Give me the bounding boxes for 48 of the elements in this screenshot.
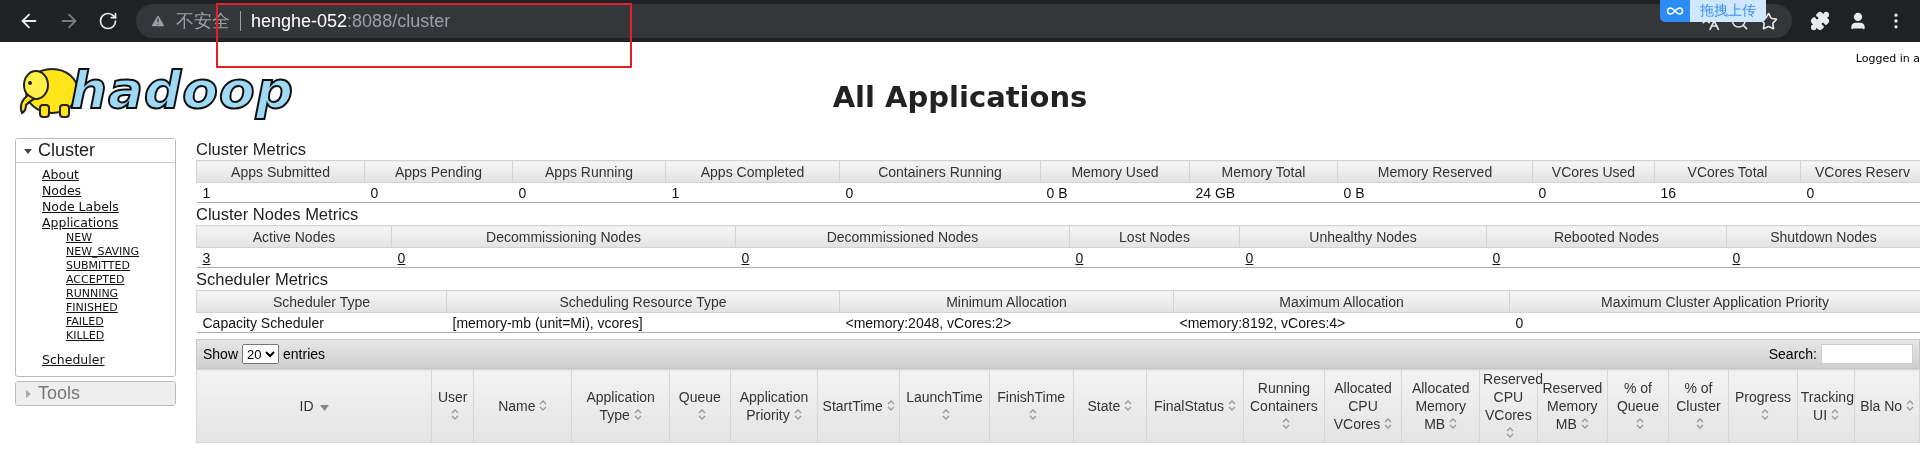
table-cell: 1 <box>196 182 365 203</box>
table-cell: Capacity Scheduler <box>196 312 447 333</box>
column-header: Apps Pending <box>364 160 513 183</box>
table-cell: [memory-mb (unit=Mi), vcores] <box>446 312 840 333</box>
column-header: Memory Used <box>1040 160 1190 183</box>
column-header: Memory Total <box>1189 160 1338 183</box>
table-cell: 0 B <box>1337 182 1533 203</box>
login-status: Logged in a <box>1855 52 1920 65</box>
column-header: Apps Submitted <box>196 160 365 183</box>
table-cell: 0 <box>839 182 1041 203</box>
column-header: Maximum Cluster Application Priority <box>1509 290 1920 313</box>
column-header: Active Nodes <box>196 225 392 248</box>
table-cell: 16 <box>1654 182 1801 203</box>
column-header: VCores Total <box>1654 160 1801 183</box>
section-title: Scheduler Metrics <box>196 269 330 290</box>
column-header: VCores Reserv <box>1800 160 1920 183</box>
table-cell: 0 <box>512 182 666 203</box>
column-header: Lost Nodes <box>1069 225 1240 248</box>
column-header: Decommissioning Nodes <box>391 225 736 248</box>
column-header: Decommissioned Nodes <box>735 225 1070 248</box>
column-header: Apps Running <box>512 160 666 183</box>
table-cell: 0 B <box>1040 182 1190 203</box>
column-header: Containers Running <box>839 160 1041 183</box>
search-label: Search: <box>1768 346 1817 362</box>
column-header: Maximum Allocation <box>1173 290 1510 313</box>
url-text: henghe-052:8088/cluster <box>251 10 451 32</box>
table-cell: <memory:8192, vCores:4> <box>1173 312 1510 333</box>
column-header: Scheduler Type <box>196 290 447 313</box>
show-label: Show <box>203 346 239 362</box>
entries-label: entries <box>283 346 326 362</box>
column-header: Scheduling Resource Type <box>446 290 840 313</box>
column-header: Memory Reserved <box>1337 160 1533 183</box>
column-header: Shutdown Nodes <box>1726 225 1920 248</box>
table-cell: 0 <box>1509 312 1920 333</box>
page-title: All Applications <box>832 79 1088 114</box>
column-header: Apps Completed <box>665 160 840 183</box>
table-cell: 0 <box>1800 182 1920 203</box>
table-cell: 0 <box>364 182 513 203</box>
table-cell: <memory:2048, vCores:2> <box>839 312 1174 333</box>
column-header: VCores Used <box>1532 160 1655 183</box>
table-cell: 0 <box>1532 182 1655 203</box>
column-header: Rebooted Nodes <box>1486 225 1727 248</box>
section-title: Cluster Nodes Metrics <box>196 204 360 225</box>
section-title: Cluster Metrics <box>196 139 307 160</box>
column-header: Minimum Allocation <box>839 290 1174 313</box>
table-cell: 24 GB <box>1189 182 1338 203</box>
table-cell: 1 <box>665 182 840 203</box>
column-header: Unhealthy Nodes <box>1239 225 1487 248</box>
